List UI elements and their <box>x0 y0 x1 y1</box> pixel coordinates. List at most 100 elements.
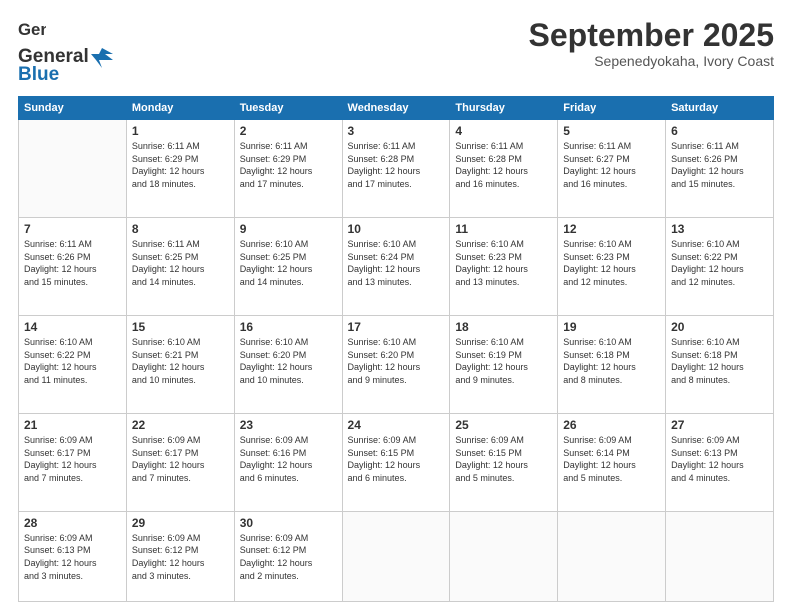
day-number: 12 <box>563 222 660 236</box>
logo-bird-icon <box>91 46 113 68</box>
day-number: 1 <box>132 124 229 138</box>
day-number: 3 <box>348 124 445 138</box>
col-thursday: Thursday <box>450 97 558 120</box>
day-info: Sunrise: 6:10 AM Sunset: 6:18 PM Dayligh… <box>563 336 660 386</box>
location: Sepenedyokaha, Ivory Coast <box>529 53 774 69</box>
table-row: 23 Sunrise: 6:09 AM Sunset: 6:16 PM Dayli… <box>234 413 342 511</box>
day-info: Sunrise: 6:10 AM Sunset: 6:23 PM Dayligh… <box>563 238 660 288</box>
day-number: 13 <box>671 222 768 236</box>
title-block: September 2025 Sepenedyokaha, Ivory Coas… <box>529 18 774 69</box>
day-info: Sunrise: 6:09 AM Sunset: 6:14 PM Dayligh… <box>563 434 660 484</box>
day-info: Sunrise: 6:10 AM Sunset: 6:20 PM Dayligh… <box>348 336 445 386</box>
day-number: 8 <box>132 222 229 236</box>
day-info: Sunrise: 6:11 AM Sunset: 6:27 PM Dayligh… <box>563 140 660 190</box>
day-info: Sunrise: 6:11 AM Sunset: 6:28 PM Dayligh… <box>348 140 445 190</box>
logo-blue: Blue <box>18 64 59 86</box>
day-info: Sunrise: 6:10 AM Sunset: 6:23 PM Dayligh… <box>455 238 552 288</box>
table-row: 6 Sunrise: 6:11 AM Sunset: 6:26 PM Daylig… <box>666 120 774 218</box>
table-row: 14 Sunrise: 6:10 AM Sunset: 6:22 PM Dayli… <box>19 315 127 413</box>
col-saturday: Saturday <box>666 97 774 120</box>
table-row: 27 Sunrise: 6:09 AM Sunset: 6:13 PM Dayli… <box>666 413 774 511</box>
table-row: 4Sunrise: 6:11 AM Sunset: 6:28 PM Daylig… <box>450 120 558 218</box>
table-row: 17 Sunrise: 6:10 AM Sunset: 6:20 PM Dayli… <box>342 315 450 413</box>
day-number: 19 <box>563 320 660 334</box>
day-info: Sunrise: 6:10 AM Sunset: 6:22 PM Dayligh… <box>671 238 768 288</box>
table-row: 30 Sunrise: 6:09 AM Sunset: 6:12 PM Dayli… <box>234 511 342 601</box>
logo-icon: General <box>18 18 46 46</box>
table-row: 16 Sunrise: 6:10 AM Sunset: 6:20 PM Dayli… <box>234 315 342 413</box>
day-number: 17 <box>348 320 445 334</box>
day-number: 23 <box>240 418 337 432</box>
day-info: Sunrise: 6:10 AM Sunset: 6:22 PM Dayligh… <box>24 336 121 386</box>
table-row: 9Sunrise: 6:10 AM Sunset: 6:25 PM Daylig… <box>234 217 342 315</box>
table-row: 8Sunrise: 6:11 AM Sunset: 6:25 PM Daylig… <box>126 217 234 315</box>
day-info: Sunrise: 6:09 AM Sunset: 6:17 PM Dayligh… <box>24 434 121 484</box>
day-number: 10 <box>348 222 445 236</box>
table-row: 25 Sunrise: 6:09 AM Sunset: 6:15 PM Dayli… <box>450 413 558 511</box>
table-row: 29 Sunrise: 6:09 AM Sunset: 6:12 PM Dayli… <box>126 511 234 601</box>
day-number: 2 <box>240 124 337 138</box>
col-wednesday: Wednesday <box>342 97 450 120</box>
day-number: 29 <box>132 516 229 530</box>
col-sunday: Sunday <box>19 97 127 120</box>
day-info: Sunrise: 6:11 AM Sunset: 6:29 PM Dayligh… <box>240 140 337 190</box>
table-row: 18 Sunrise: 6:10 AM Sunset: 6:19 PM Dayli… <box>450 315 558 413</box>
day-info: Sunrise: 6:10 AM Sunset: 6:25 PM Dayligh… <box>240 238 337 288</box>
day-info: Sunrise: 6:09 AM Sunset: 6:15 PM Dayligh… <box>455 434 552 484</box>
day-info: Sunrise: 6:10 AM Sunset: 6:19 PM Dayligh… <box>455 336 552 386</box>
day-info: Sunrise: 6:09 AM Sunset: 6:16 PM Dayligh… <box>240 434 337 484</box>
table-row: 11 Sunrise: 6:10 AM Sunset: 6:23 PM Dayli… <box>450 217 558 315</box>
calendar-table: Sunday Monday Tuesday Wednesday Thursday… <box>18 96 774 602</box>
day-info: Sunrise: 6:11 AM Sunset: 6:28 PM Dayligh… <box>455 140 552 190</box>
table-row: 10Sunrise: 6:10 AM Sunset: 6:24 PM Dayli… <box>342 217 450 315</box>
day-number: 25 <box>455 418 552 432</box>
day-info: Sunrise: 6:10 AM Sunset: 6:18 PM Dayligh… <box>671 336 768 386</box>
table-row: 15 Sunrise: 6:10 AM Sunset: 6:21 PM Dayli… <box>126 315 234 413</box>
day-number: 30 <box>240 516 337 530</box>
day-number: 14 <box>24 320 121 334</box>
day-info: Sunrise: 6:10 AM Sunset: 6:20 PM Dayligh… <box>240 336 337 386</box>
table-row: 19 Sunrise: 6:10 AM Sunset: 6:18 PM Dayli… <box>558 315 666 413</box>
day-info: Sunrise: 6:11 AM Sunset: 6:29 PM Dayligh… <box>132 140 229 190</box>
calendar-header-row: Sunday Monday Tuesday Wednesday Thursday… <box>19 97 774 120</box>
day-number: 21 <box>24 418 121 432</box>
day-number: 24 <box>348 418 445 432</box>
day-number: 16 <box>240 320 337 334</box>
day-info: Sunrise: 6:09 AM Sunset: 6:17 PM Dayligh… <box>132 434 229 484</box>
day-number: 11 <box>455 222 552 236</box>
day-number: 20 <box>671 320 768 334</box>
day-info: Sunrise: 6:09 AM Sunset: 6:12 PM Dayligh… <box>240 532 337 582</box>
table-row: 13 Sunrise: 6:10 AM Sunset: 6:22 PM Dayli… <box>666 217 774 315</box>
day-info: Sunrise: 6:11 AM Sunset: 6:26 PM Dayligh… <box>671 140 768 190</box>
col-tuesday: Tuesday <box>234 97 342 120</box>
day-number: 18 <box>455 320 552 334</box>
header: General General Blue September 2025 Sepe… <box>18 18 774 86</box>
table-row: 20 Sunrise: 6:10 AM Sunset: 6:18 PM Dayli… <box>666 315 774 413</box>
table-row: 3 Sunrise: 6:11 AM Sunset: 6:28 PM Daylig… <box>342 120 450 218</box>
day-number: 27 <box>671 418 768 432</box>
table-row: 5Sunrise: 6:11 AM Sunset: 6:27 PM Daylig… <box>558 120 666 218</box>
day-number: 6 <box>671 124 768 138</box>
day-info: Sunrise: 6:10 AM Sunset: 6:21 PM Dayligh… <box>132 336 229 386</box>
day-info: Sunrise: 6:09 AM Sunset: 6:13 PM Dayligh… <box>671 434 768 484</box>
day-info: Sunrise: 6:11 AM Sunset: 6:26 PM Dayligh… <box>24 238 121 288</box>
col-friday: Friday <box>558 97 666 120</box>
table-row: 12 Sunrise: 6:10 AM Sunset: 6:23 PM Dayli… <box>558 217 666 315</box>
page: General General Blue September 2025 Sepe… <box>0 0 792 612</box>
day-number: 26 <box>563 418 660 432</box>
day-info: Sunrise: 6:09 AM Sunset: 6:13 PM Dayligh… <box>24 532 121 582</box>
table-row: 1 Sunrise: 6:11 AM Sunset: 6:29 PM Daylig… <box>126 120 234 218</box>
table-row: 21 Sunrise: 6:09 AM Sunset: 6:17 PM Dayli… <box>19 413 127 511</box>
logo: General General Blue <box>18 18 113 86</box>
table-row <box>450 511 558 601</box>
day-number: 15 <box>132 320 229 334</box>
table-row <box>19 120 127 218</box>
table-row <box>558 511 666 601</box>
table-row: 2 Sunrise: 6:11 AM Sunset: 6:29 PM Daylig… <box>234 120 342 218</box>
svg-text:General: General <box>18 20 46 39</box>
table-row: 26 Sunrise: 6:09 AM Sunset: 6:14 PM Dayli… <box>558 413 666 511</box>
table-row <box>666 511 774 601</box>
table-row: 28Sunrise: 6:09 AM Sunset: 6:13 PM Dayli… <box>19 511 127 601</box>
table-row: 22Sunrise: 6:09 AM Sunset: 6:17 PM Dayli… <box>126 413 234 511</box>
day-info: Sunrise: 6:09 AM Sunset: 6:12 PM Dayligh… <box>132 532 229 582</box>
